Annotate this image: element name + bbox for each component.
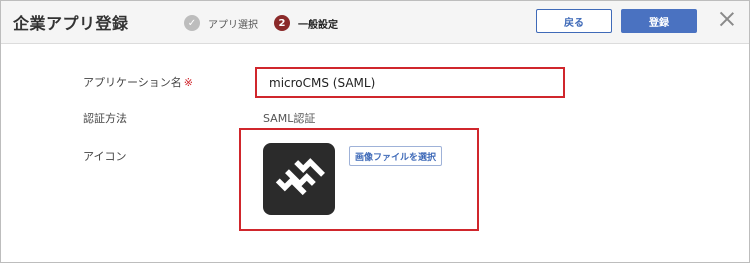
step-label: 一般設定 — [298, 19, 338, 31]
app-name-label: アプリケーション名 ※ — [83, 76, 193, 89]
step-general-settings: 2 一般設定 — [274, 14, 338, 32]
step-number-icon: 2 — [274, 15, 290, 31]
register-button[interactable]: 登録 — [621, 9, 697, 33]
auth-method-value: SAML認証 — [263, 112, 316, 125]
step-app-select: ✓ アプリ選択 — [184, 14, 258, 32]
required-mark: ※ — [183, 76, 193, 89]
select-image-button[interactable]: 画像ファイルを選択 — [349, 146, 443, 166]
back-button[interactable]: 戻る — [536, 9, 612, 33]
microcms-logo-icon — [263, 143, 335, 215]
close-icon[interactable] — [717, 9, 737, 29]
auth-method-label: 認証方法 — [83, 112, 127, 125]
check-icon: ✓ — [184, 15, 200, 31]
icon-label: アイコン — [83, 150, 127, 163]
app-name-field[interactable]: microCMS (SAML) — [255, 67, 565, 98]
dialog: 企業アプリ登録 ✓ アプリ選択 2 一般設定 戻る 登録 アプリケーション名 ※ … — [0, 0, 750, 263]
header-bar: 企業アプリ登録 ✓ アプリ選択 2 一般設定 戻る 登録 — [1, 1, 749, 44]
page-title: 企業アプリ登録 — [13, 14, 129, 33]
step-label: アプリ選択 — [208, 19, 258, 31]
app-name-value: microCMS (SAML) — [269, 76, 376, 90]
